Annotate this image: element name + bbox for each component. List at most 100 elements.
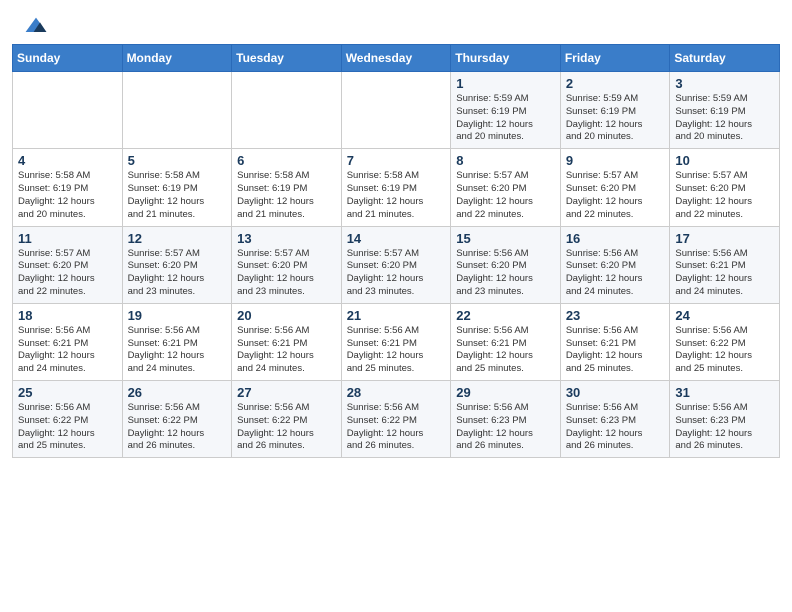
- calendar-cell: [13, 72, 123, 149]
- day-number: 11: [18, 231, 117, 246]
- day-number: 17: [675, 231, 774, 246]
- calendar-cell: 1 Sunrise: 5:59 AM Sunset: 6:19 PM Daylig…: [451, 72, 561, 149]
- calendar-cell: 21Sunrise: 5:56 AM Sunset: 6:21 PM Dayli…: [341, 303, 451, 380]
- day-info: Sunrise: 5:58 AM Sunset: 6:19 PM Dayligh…: [128, 170, 227, 221]
- day-info: Sunrise: 5:57 AM Sunset: 6:20 PM Dayligh…: [237, 248, 336, 299]
- calendar-cell: 20 Sunrise: 5:56 AM Sunset: 6:21 PM Dayli…: [232, 303, 342, 380]
- day-number: 15: [456, 231, 555, 246]
- calendar-cell: 11 Sunrise: 5:57 AM Sunset: 6:20 PM Dayli…: [13, 226, 123, 303]
- day-info: Sunrise: 5:56 AM Sunset: 6:21 PM Dayligh…: [675, 248, 774, 299]
- day-number: 4: [18, 153, 117, 168]
- calendar-cell: 17 Sunrise: 5:56 AM Sunset: 6:21 PM Dayli…: [670, 226, 780, 303]
- day-number: 24: [675, 308, 774, 323]
- day-info: Sunrise: 5:56 AM Sunset: 6:22 PM Dayligh…: [347, 402, 446, 453]
- day-number: 12: [128, 231, 227, 246]
- calendar-cell: 9 Sunrise: 5:57 AM Sunset: 6:20 PM Daylig…: [560, 149, 670, 226]
- day-info: Sunrise: 5:56 AM Sunset: 6:22 PM Dayligh…: [18, 402, 117, 453]
- day-number: 3: [675, 76, 774, 91]
- day-info: Sunrise: 5:57 AM Sunset: 6:20 PM Dayligh…: [566, 170, 665, 221]
- calendar-cell: [341, 72, 451, 149]
- weekday-header-tuesday: Tuesday: [232, 45, 342, 72]
- weekday-header-saturday: Saturday: [670, 45, 780, 72]
- day-number: 7: [347, 153, 446, 168]
- day-info: Sunrise: 5:56 AM Sunset: 6:23 PM Dayligh…: [566, 402, 665, 453]
- day-number: 23: [566, 308, 665, 323]
- day-info: Sunrise: 5:56 AM Sunset: 6:20 PM Dayligh…: [456, 248, 555, 299]
- day-info: Sunrise: 5:56 AM Sunset: 6:21 PM Dayligh…: [128, 325, 227, 376]
- day-number: 18: [18, 308, 117, 323]
- day-number: 1: [456, 76, 555, 91]
- day-number: 9: [566, 153, 665, 168]
- day-number: 29: [456, 385, 555, 400]
- calendar-cell: [232, 72, 342, 149]
- calendar-cell: 13 Sunrise: 5:57 AM Sunset: 6:20 PM Dayli…: [232, 226, 342, 303]
- calendar-cell: 3 Sunrise: 5:59 AM Sunset: 6:19 PM Daylig…: [670, 72, 780, 149]
- day-info: Sunrise: 5:56 AM Sunset: 6:21 PM Dayligh…: [456, 325, 555, 376]
- day-info: Sunrise: 5:56 AM Sunset: 6:22 PM Dayligh…: [237, 402, 336, 453]
- day-number: 31: [675, 385, 774, 400]
- logo: [24, 16, 52, 36]
- day-info: Sunrise: 5:58 AM Sunset: 6:19 PM Dayligh…: [237, 170, 336, 221]
- day-info: Sunrise: 5:56 AM Sunset: 6:21 PM Dayligh…: [566, 325, 665, 376]
- calendar-cell: 28 Sunrise: 5:56 AM Sunset: 6:22 PM Dayli…: [341, 381, 451, 458]
- day-info: Sunrise: 5:58 AM Sunset: 6:19 PM Dayligh…: [18, 170, 117, 221]
- calendar-week-2: 4 Sunrise: 5:58 AM Sunset: 6:19 PM Daylig…: [13, 149, 780, 226]
- day-number: 8: [456, 153, 555, 168]
- calendar-week-1: 1 Sunrise: 5:59 AM Sunset: 6:19 PM Daylig…: [13, 72, 780, 149]
- calendar-cell: 30 Sunrise: 5:56 AM Sunset: 6:23 PM Dayli…: [560, 381, 670, 458]
- calendar-cell: 26Sunrise: 5:56 AM Sunset: 6:22 PM Dayli…: [122, 381, 232, 458]
- day-number: 27: [237, 385, 336, 400]
- day-info: Sunrise: 5:56 AM Sunset: 6:22 PM Dayligh…: [128, 402, 227, 453]
- weekday-header-wednesday: Wednesday: [341, 45, 451, 72]
- day-number: 30: [566, 385, 665, 400]
- day-info: Sunrise: 5:56 AM Sunset: 6:23 PM Dayligh…: [456, 402, 555, 453]
- day-number: 21: [347, 308, 446, 323]
- calendar-cell: [122, 72, 232, 149]
- day-number: 5: [128, 153, 227, 168]
- day-info: Sunrise: 5:57 AM Sunset: 6:20 PM Dayligh…: [18, 248, 117, 299]
- day-number: 19: [128, 308, 227, 323]
- day-info: Sunrise: 5:57 AM Sunset: 6:20 PM Dayligh…: [347, 248, 446, 299]
- day-number: 6: [237, 153, 336, 168]
- calendar-cell: 18 Sunrise: 5:56 AM Sunset: 6:21 PM Dayli…: [13, 303, 123, 380]
- weekday-header-monday: Monday: [122, 45, 232, 72]
- calendar-wrapper: SundayMondayTuesdayWednesdayThursdayFrid…: [0, 44, 792, 470]
- weekday-header-friday: Friday: [560, 45, 670, 72]
- day-number: 20: [237, 308, 336, 323]
- day-info: Sunrise: 5:59 AM Sunset: 6:19 PM Dayligh…: [566, 93, 665, 144]
- calendar-week-3: 11 Sunrise: 5:57 AM Sunset: 6:20 PM Dayli…: [13, 226, 780, 303]
- calendar-header: SundayMondayTuesdayWednesdayThursdayFrid…: [13, 45, 780, 72]
- calendar-cell: 5 Sunrise: 5:58 AM Sunset: 6:19 PM Daylig…: [122, 149, 232, 226]
- day-number: 13: [237, 231, 336, 246]
- weekday-header-thursday: Thursday: [451, 45, 561, 72]
- calendar-cell: 4 Sunrise: 5:58 AM Sunset: 6:19 PM Daylig…: [13, 149, 123, 226]
- day-number: 28: [347, 385, 446, 400]
- day-info: Sunrise: 5:56 AM Sunset: 6:21 PM Dayligh…: [237, 325, 336, 376]
- weekday-header-sunday: Sunday: [13, 45, 123, 72]
- calendar-cell: 19 Sunrise: 5:56 AM Sunset: 6:21 PM Dayli…: [122, 303, 232, 380]
- calendar-week-4: 18 Sunrise: 5:56 AM Sunset: 6:21 PM Dayli…: [13, 303, 780, 380]
- calendar-cell: 2Sunrise: 5:59 AM Sunset: 6:19 PM Daylig…: [560, 72, 670, 149]
- calendar-cell: 22Sunrise: 5:56 AM Sunset: 6:21 PM Dayli…: [451, 303, 561, 380]
- day-info: Sunrise: 5:59 AM Sunset: 6:19 PM Dayligh…: [456, 93, 555, 144]
- calendar-cell: 25Sunrise: 5:56 AM Sunset: 6:22 PM Dayli…: [13, 381, 123, 458]
- calendar-cell: 12 Sunrise: 5:57 AM Sunset: 6:20 PM Dayli…: [122, 226, 232, 303]
- day-info: Sunrise: 5:58 AM Sunset: 6:19 PM Dayligh…: [347, 170, 446, 221]
- calendar-cell: 14Sunrise: 5:57 AM Sunset: 6:20 PM Dayli…: [341, 226, 451, 303]
- calendar-cell: 24 Sunrise: 5:56 AM Sunset: 6:22 PM Dayli…: [670, 303, 780, 380]
- day-info: Sunrise: 5:56 AM Sunset: 6:21 PM Dayligh…: [18, 325, 117, 376]
- calendar-cell: 23 Sunrise: 5:56 AM Sunset: 6:21 PM Dayli…: [560, 303, 670, 380]
- day-info: Sunrise: 5:57 AM Sunset: 6:20 PM Dayligh…: [128, 248, 227, 299]
- day-info: Sunrise: 5:57 AM Sunset: 6:20 PM Dayligh…: [675, 170, 774, 221]
- day-info: Sunrise: 5:56 AM Sunset: 6:20 PM Dayligh…: [566, 248, 665, 299]
- calendar-cell: 29 Sunrise: 5:56 AM Sunset: 6:23 PM Dayli…: [451, 381, 561, 458]
- calendar-cell: 31 Sunrise: 5:56 AM Sunset: 6:23 PM Dayli…: [670, 381, 780, 458]
- calendar-cell: 10Sunrise: 5:57 AM Sunset: 6:20 PM Dayli…: [670, 149, 780, 226]
- day-info: Sunrise: 5:56 AM Sunset: 6:23 PM Dayligh…: [675, 402, 774, 453]
- day-info: Sunrise: 5:56 AM Sunset: 6:22 PM Dayligh…: [675, 325, 774, 376]
- day-info: Sunrise: 5:59 AM Sunset: 6:19 PM Dayligh…: [675, 93, 774, 144]
- calendar-cell: 8Sunrise: 5:57 AM Sunset: 6:20 PM Daylig…: [451, 149, 561, 226]
- calendar-cell: 15 Sunrise: 5:56 AM Sunset: 6:20 PM Dayli…: [451, 226, 561, 303]
- day-number: 16: [566, 231, 665, 246]
- calendar-cell: 16 Sunrise: 5:56 AM Sunset: 6:20 PM Dayli…: [560, 226, 670, 303]
